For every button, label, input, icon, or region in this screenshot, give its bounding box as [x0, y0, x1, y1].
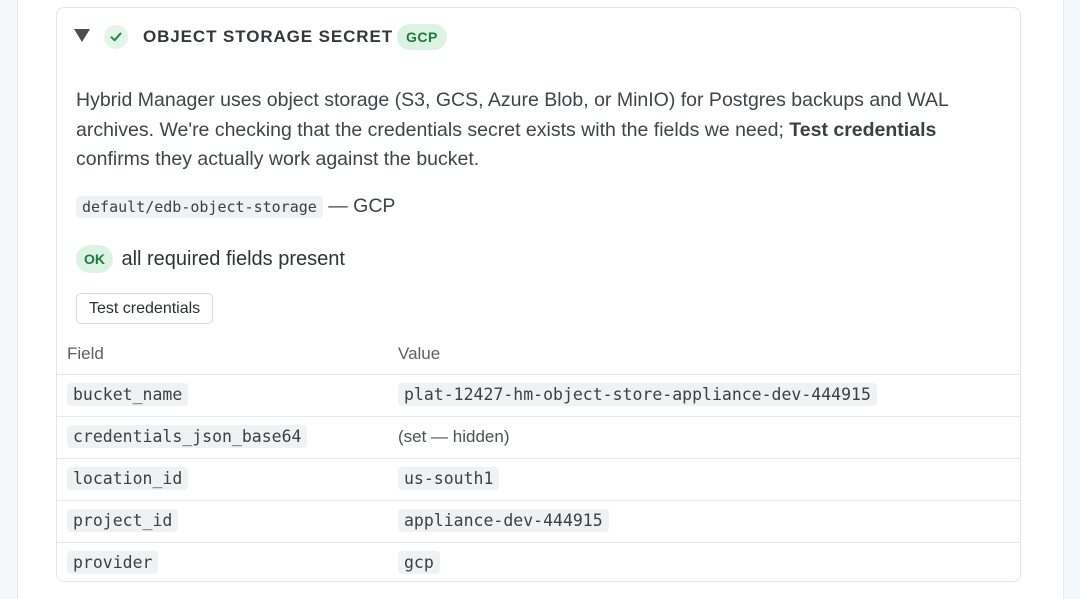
- field-name: bucket_name: [67, 383, 189, 406]
- description-bold: Test credentials: [789, 118, 937, 141]
- status-badge: OK: [76, 245, 113, 273]
- caret-down-icon[interactable]: [74, 29, 90, 42]
- table-row: project_id appliance-dev-444915: [57, 501, 1020, 543]
- table-header: Field Value: [57, 334, 1020, 375]
- status-line: OK all required fields present: [76, 245, 345, 273]
- section-description: Hybrid Manager uses object storage (S3, …: [76, 86, 996, 175]
- column-header-value: Value: [398, 344, 441, 363]
- test-credentials-button[interactable]: Test credentials: [76, 293, 214, 324]
- table-row: bucket_name plat-12427-hm-object-store-a…: [57, 375, 1020, 417]
- field-name: project_id: [67, 509, 179, 532]
- object-storage-section: OBJECT STORAGE SECRET GCP Hybrid Manager…: [56, 7, 1021, 582]
- section-header[interactable]: OBJECT STORAGE SECRET GCP: [57, 8, 1020, 66]
- section-title: OBJECT STORAGE SECRET: [143, 27, 394, 46]
- table-row: location_id us-south1: [57, 459, 1020, 501]
- fields-table: Field Value bucket_name plat-12427-hm-ob…: [57, 334, 1020, 581]
- field-value: plat-12427-hm-object-store-appliance-dev…: [398, 383, 877, 406]
- status-text: all required fields present: [121, 247, 345, 270]
- field-value: us-south1: [398, 467, 500, 490]
- field-name: provider: [67, 551, 159, 574]
- field-value-hidden: (set — hidden): [398, 427, 510, 446]
- table-row: provider gcp: [57, 543, 1020, 581]
- description-text-2: confirms they actually work against the …: [76, 148, 480, 170]
- check-icon: [104, 25, 128, 49]
- provider-badge: GCP: [397, 24, 447, 50]
- table-row: credentials_json_base64 (set — hidden): [57, 417, 1020, 459]
- secret-path: default/edb-object-storage: [76, 196, 323, 218]
- secret-provider: — GCP: [328, 195, 396, 217]
- field-value: appliance-dev-444915: [398, 509, 609, 532]
- secret-reference: default/edb-object-storage — GCP: [76, 195, 395, 218]
- field-value: gcp: [398, 551, 440, 574]
- field-name: credentials_json_base64: [67, 425, 308, 448]
- field-name: location_id: [67, 467, 189, 490]
- column-header-field: Field: [67, 344, 104, 363]
